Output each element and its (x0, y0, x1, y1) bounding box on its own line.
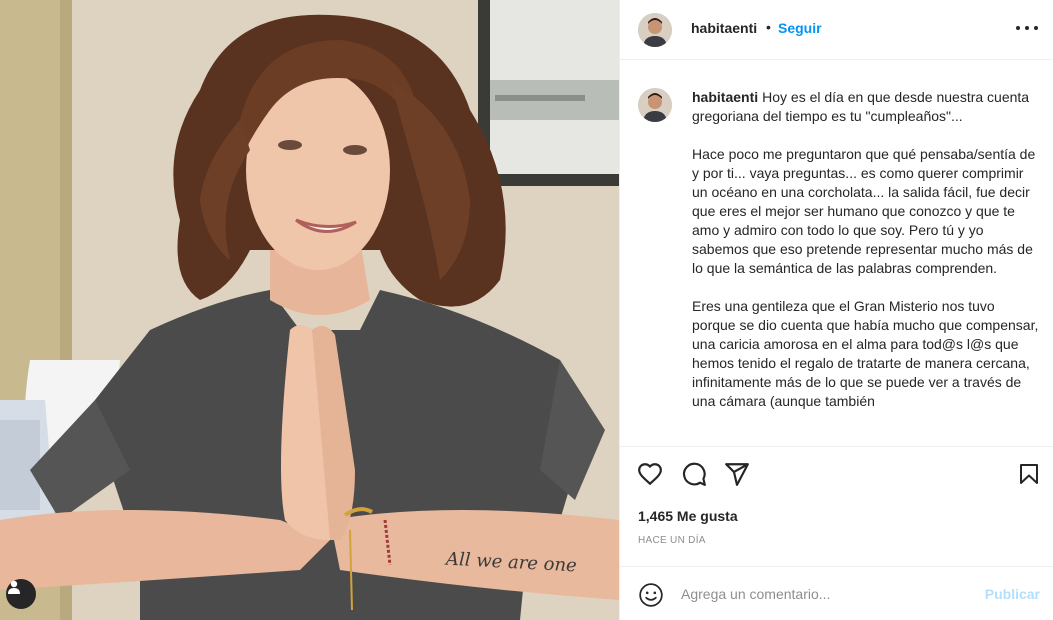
caption-avatar[interactable] (638, 88, 672, 122)
caption-username[interactable]: habitaenti (692, 89, 758, 105)
caption-paragraph: Hace poco me preguntaron que qué pensaba… (692, 146, 1036, 276)
more-dot (1034, 26, 1038, 30)
caption-paragraph: habitaenti Hoy es el día en que desde nue… (692, 88, 1042, 126)
publish-button[interactable]: Publicar (985, 586, 1040, 602)
likes-count[interactable]: 1,465 Me gusta (638, 508, 738, 524)
avatar-image (638, 13, 672, 47)
heart-icon[interactable] (637, 461, 663, 487)
post-timestamp[interactable]: HACE UN DÍA (638, 535, 706, 546)
follow-button[interactable]: Seguir (778, 20, 822, 36)
user-tag-button[interactable] (6, 579, 36, 609)
emoji-icon[interactable] (638, 582, 664, 608)
comment-input[interactable] (681, 584, 971, 604)
post-header: habitaenti • Seguir (620, 0, 1053, 60)
comment-icon[interactable] (681, 461, 707, 487)
share-icon[interactable] (724, 461, 750, 487)
photo-illustration (0, 0, 619, 620)
comments-area[interactable]: habitaenti Hoy es el día en que desde nue… (620, 60, 1053, 446)
more-dot (1025, 26, 1029, 30)
more-options-button[interactable] (1016, 18, 1038, 38)
post-side-panel: habitaenti • Seguir habitaenti Hoy es el … (619, 0, 1053, 620)
avatar[interactable] (638, 13, 672, 47)
more-options-icon (1016, 26, 1020, 30)
post-caption: habitaenti Hoy es el día en que desde nue… (692, 88, 1042, 430)
caption-paragraph: Eres una gentileza que el Gran Misterio … (692, 298, 1039, 409)
user-tag-icon (8, 580, 20, 594)
post-photo[interactable]: All we are one (0, 0, 619, 620)
bookmark-icon[interactable] (1017, 461, 1041, 487)
separator-dot: • (766, 19, 771, 35)
header-username[interactable]: habitaenti (691, 20, 757, 36)
comment-form: Publicar (620, 566, 1053, 620)
post-actions: 1,465 Me gusta HACE UN DÍA (620, 446, 1053, 566)
avatar-image (638, 88, 672, 122)
